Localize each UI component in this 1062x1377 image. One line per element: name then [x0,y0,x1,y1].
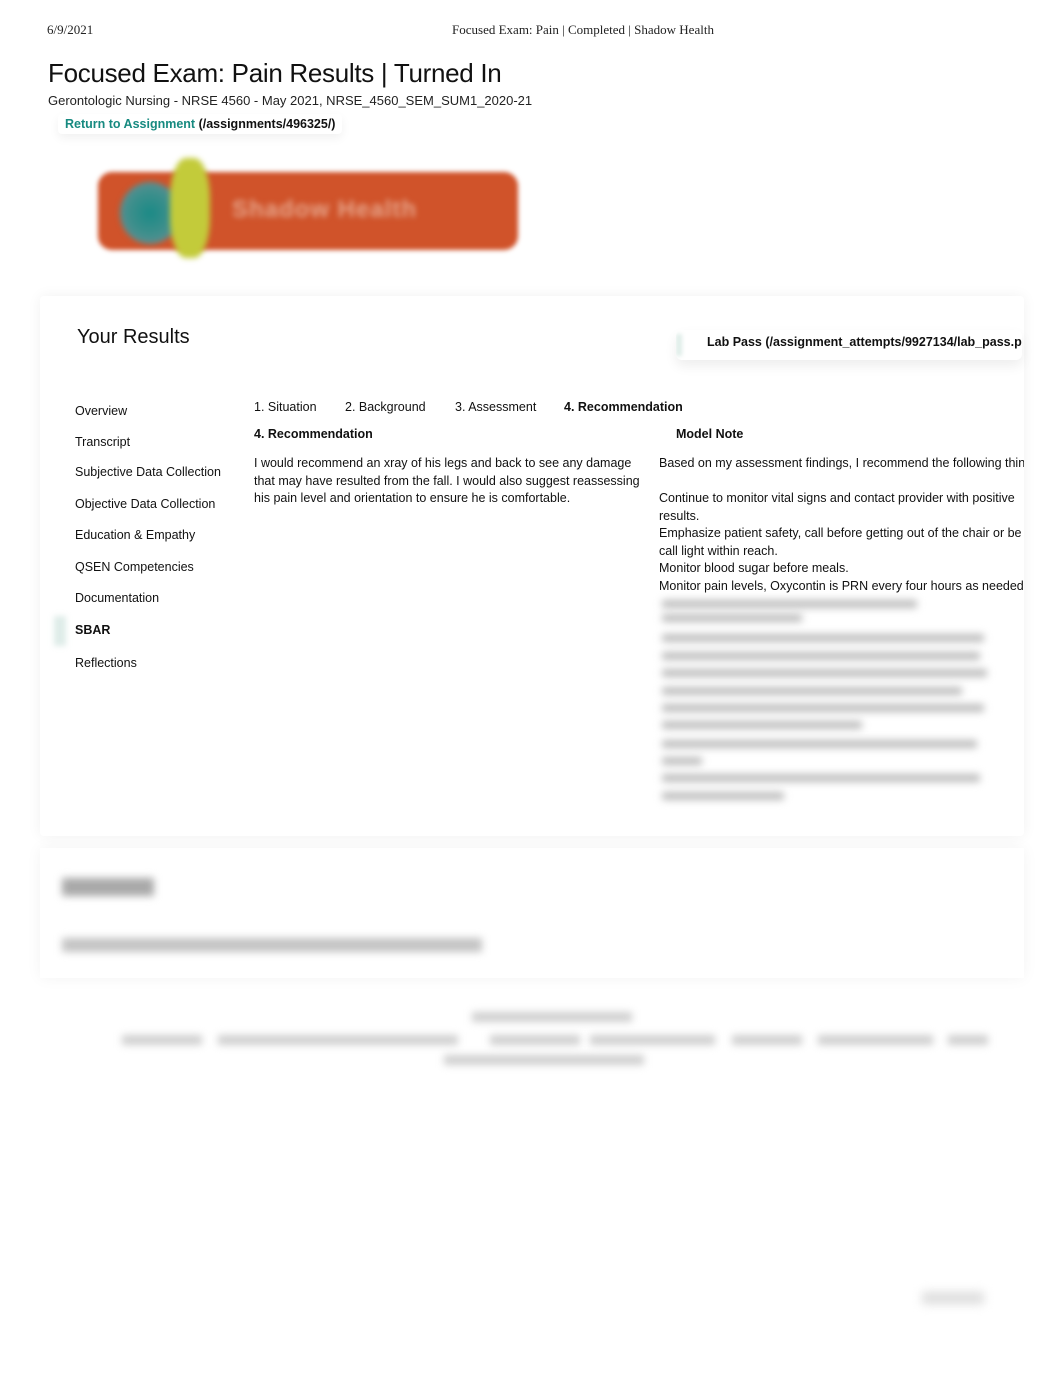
lab-pass-button[interactable]: Lab Pass (/assignment_attempts/9927134/l… [676,330,1022,360]
sidebar-item-sbar[interactable]: SBAR [75,623,110,637]
return-link-path: (/assignments/496325/) [198,117,336,131]
model-note-line: Continue to monitor vital signs and cont… [659,491,1015,505]
model-note-line: Emphasize patient safety, call before ge… [659,526,1022,540]
tab-recommendation[interactable]: 4. Recommendation [564,400,683,414]
sidebar-item-qsen[interactable]: QSEN Competencies [75,560,194,574]
shadow-health-logo-icon [112,158,222,266]
model-note-line: Based on my assessment findings, I recom… [659,456,1024,470]
sidebar-item-objective-data[interactable]: Objective Data Collection [75,497,215,511]
model-note-line: Monitor pain levels, Oxycontin is PRN ev… [659,578,1024,593]
sidebar-item-documentation[interactable]: Documentation [75,591,159,605]
model-note-line: call light within reach. [659,543,778,558]
tab-assessment[interactable]: 3. Assessment [455,400,536,414]
comments-heading-obscured [62,878,154,896]
tab-situation[interactable]: 1. Situation [254,400,317,414]
model-note-line [659,473,1024,491]
student-recommendation-text: I would recommend an xray of his legs an… [254,456,640,505]
student-note-heading: 4. Recommendation [254,427,373,441]
page-number-obscured [922,1292,984,1304]
results-title: Your Results [77,326,190,348]
sidebar-item-transcript[interactable]: Transcript [75,435,130,449]
return-to-assignment-link[interactable]: Return to Assignment [65,117,195,131]
model-note-line: results. [659,508,700,523]
sidebar-item-subjective-data[interactable]: Subjective Data Collection [75,465,221,479]
sidebar-item-education-empathy[interactable]: Education & Empathy [75,528,195,542]
sidebar-active-indicator [54,616,66,646]
sidebar-item-reflections[interactable]: Reflections [75,656,137,670]
course-subtitle: Gerontologic Nursing - NRSE 4560 - May 2… [48,93,533,108]
model-note-text: Based on my assessment findings, I recom… [659,455,1024,595]
model-note-line: Monitor blood sugar before meals. [659,561,849,575]
tab-background[interactable]: 2. Background [345,400,426,414]
return-to-assignment[interactable]: Return to Assignment (/assignments/49632… [58,114,342,134]
print-page-title: Focused Exam: Pain | Completed | Shadow … [452,22,714,37]
logo-text: Shadow Health [232,196,418,223]
comments-body-obscured [62,938,482,952]
sidebar-item-overview[interactable]: Overview [75,404,127,418]
page-title: Focused Exam: Pain Results | Turned In [48,58,502,88]
model-note-heading: Model Note [676,427,744,441]
comments-card [40,848,1024,978]
